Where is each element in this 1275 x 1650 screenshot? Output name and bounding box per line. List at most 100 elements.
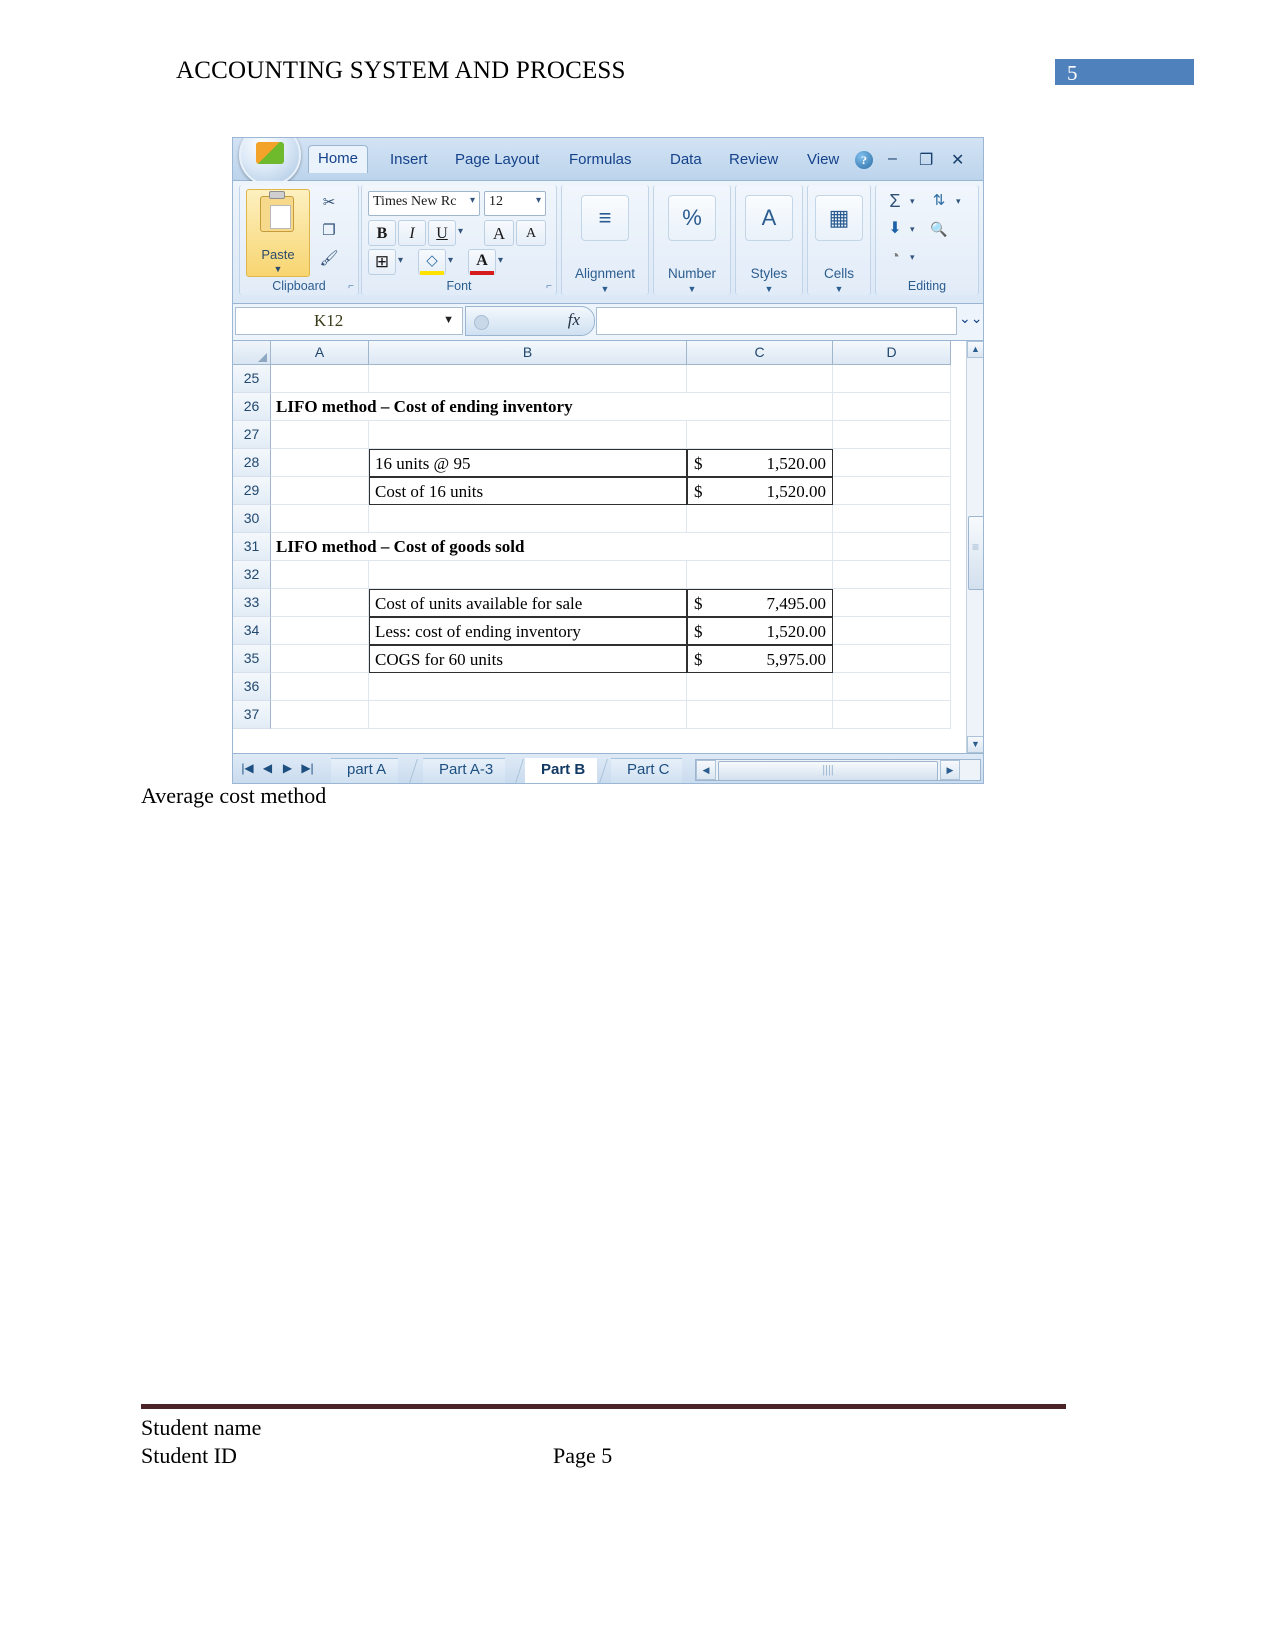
insert-function-button[interactable]: fx [465,306,595,336]
sheet-tab-part-a3[interactable]: Part A-3 [423,758,506,783]
alignment-caret-icon[interactable]: ▼ [562,284,648,294]
cell-c27[interactable] [687,421,833,449]
select-all-icon[interactable] [233,341,271,365]
font-size-caret-icon[interactable]: ▾ [536,195,541,206]
ribbon-group-styles[interactable]: A Styles ▼ [735,185,803,295]
cell-d32[interactable] [833,561,951,589]
row-header-33[interactable]: 33 [233,589,271,617]
cell-a34[interactable] [271,617,369,645]
ribbon-tab-insert[interactable]: Insert [381,147,437,174]
expand-formula-bar-icon[interactable]: ⌄⌄ [959,310,982,327]
clipboard-dialog-launcher-icon[interactable]: ⌐ [348,281,354,292]
cell-c33[interactable]: $7,495.00 [687,589,833,617]
grow-font-button[interactable]: A [484,220,514,246]
autosum-icon[interactable]: Σ [882,189,908,213]
underline-button[interactable]: U [428,220,456,246]
row-header-26[interactable]: 26 [233,393,271,421]
clear-icon[interactable]: ◔ [882,245,908,269]
cell-b37[interactable] [369,701,687,729]
row-header-37[interactable]: 37 [233,701,271,729]
row-header-32[interactable]: 32 [233,561,271,589]
row-header-36[interactable]: 36 [233,673,271,701]
sheet-tab-part-a[interactable]: part A [331,758,399,783]
cell-c31[interactable] [687,533,833,561]
cell-b32[interactable] [369,561,687,589]
scroll-down-icon[interactable]: ▼ [967,736,983,753]
fill-icon[interactable]: ⬇ [882,217,908,241]
column-header-b[interactable]: B [369,341,687,365]
cell-d36[interactable] [833,673,951,701]
cell-c29[interactable]: $1,520.00 [687,477,833,505]
ribbon-group-alignment[interactable]: ≡ Alignment ▼ [561,185,649,295]
cell-c26[interactable] [687,393,833,421]
cell-a33[interactable] [271,589,369,617]
name-box[interactable]: K12 ▼ [235,307,463,335]
cell-b25[interactable] [369,365,687,393]
bold-button[interactable]: B [368,220,396,246]
ribbon-group-number[interactable]: % Number ▼ [653,185,731,295]
borders-caret-icon[interactable]: ▾ [398,255,403,266]
column-header-a[interactable]: A [271,341,369,365]
sort-filter-icon[interactable]: ⇅ [926,189,952,213]
cell-b35[interactable]: COGS for 60 units [369,645,687,673]
vertical-scroll-thumb[interactable] [968,516,983,590]
cell-d26[interactable] [833,393,951,421]
name-box-caret-icon[interactable]: ▼ [443,314,454,326]
sheet-tab-part-b[interactable]: Part B [525,758,598,783]
minimize-icon[interactable]: – [888,150,897,168]
formula-input[interactable] [596,307,957,335]
paste-caret-icon[interactable]: ▼ [247,264,309,274]
sort-filter-caret-icon[interactable]: ▾ [956,196,961,207]
ribbon-tab-home[interactable]: Home [308,145,369,173]
cell-b34[interactable]: Less: cost of ending inventory [369,617,687,645]
cell-a31[interactable]: LIFO method – Cost of goods sold [271,533,687,561]
office-button-icon[interactable] [239,138,301,186]
previous-sheet-icon[interactable]: ◀ [259,761,276,775]
cell-d37[interactable] [833,701,951,729]
font-name-caret-icon[interactable]: ▾ [470,195,475,206]
close-icon[interactable]: ✕ [951,150,964,170]
cells-caret-icon[interactable]: ▼ [808,284,870,294]
cell-c30[interactable] [687,505,833,533]
row-header-29[interactable]: 29 [233,477,271,505]
cell-d35[interactable] [833,645,951,673]
column-header-d[interactable]: D [833,341,951,365]
cell-d33[interactable] [833,589,951,617]
last-sheet-icon[interactable]: ▶| [299,761,316,775]
find-select-icon[interactable]: 🔍 [926,217,952,241]
restore-icon[interactable]: ❐ [919,150,933,170]
cells-icon[interactable]: ▦ [815,195,863,241]
borders-icon[interactable]: ⊞ [368,249,396,275]
cell-a30[interactable] [271,505,369,533]
styles-caret-icon[interactable]: ▼ [736,284,802,294]
styles-icon[interactable]: A [745,195,793,241]
cell-d27[interactable] [833,421,951,449]
ribbon-tab-page-layout[interactable]: Page Layout [446,147,548,174]
scroll-right-icon[interactable]: ▶ [940,760,960,780]
font-dialog-launcher-icon[interactable]: ⌐ [546,281,552,292]
cell-d25[interactable] [833,365,951,393]
font-color-caret-icon[interactable]: ▾ [498,255,503,266]
cell-b36[interactable] [369,673,687,701]
row-header-25[interactable]: 25 [233,365,271,393]
cell-a36[interactable] [271,673,369,701]
horizontal-scroll-thumb[interactable]: |||| [718,761,938,781]
ribbon-tab-data[interactable]: Data [661,147,711,174]
sheet-tab-part-c[interactable]: Part C [611,758,682,783]
cut-icon[interactable]: ✂ [316,191,342,215]
scroll-up-icon[interactable]: ▲ [967,341,983,358]
copy-icon[interactable]: ❐ [316,219,342,243]
clear-caret-icon[interactable]: ▾ [910,252,915,263]
row-header-34[interactable]: 34 [233,617,271,645]
cell-c37[interactable] [687,701,833,729]
cell-c28[interactable]: $1,520.00 [687,449,833,477]
cell-d30[interactable] [833,505,951,533]
cell-a35[interactable] [271,645,369,673]
italic-button[interactable]: I [398,220,426,246]
ribbon-tab-review[interactable]: Review [720,147,787,174]
row-header-27[interactable]: 27 [233,421,271,449]
horizontal-scrollbar[interactable]: ◀ |||| ▶ [695,759,981,781]
cell-a37[interactable] [271,701,369,729]
fill-caret-icon[interactable]: ▾ [910,224,915,235]
cell-d29[interactable] [833,477,951,505]
